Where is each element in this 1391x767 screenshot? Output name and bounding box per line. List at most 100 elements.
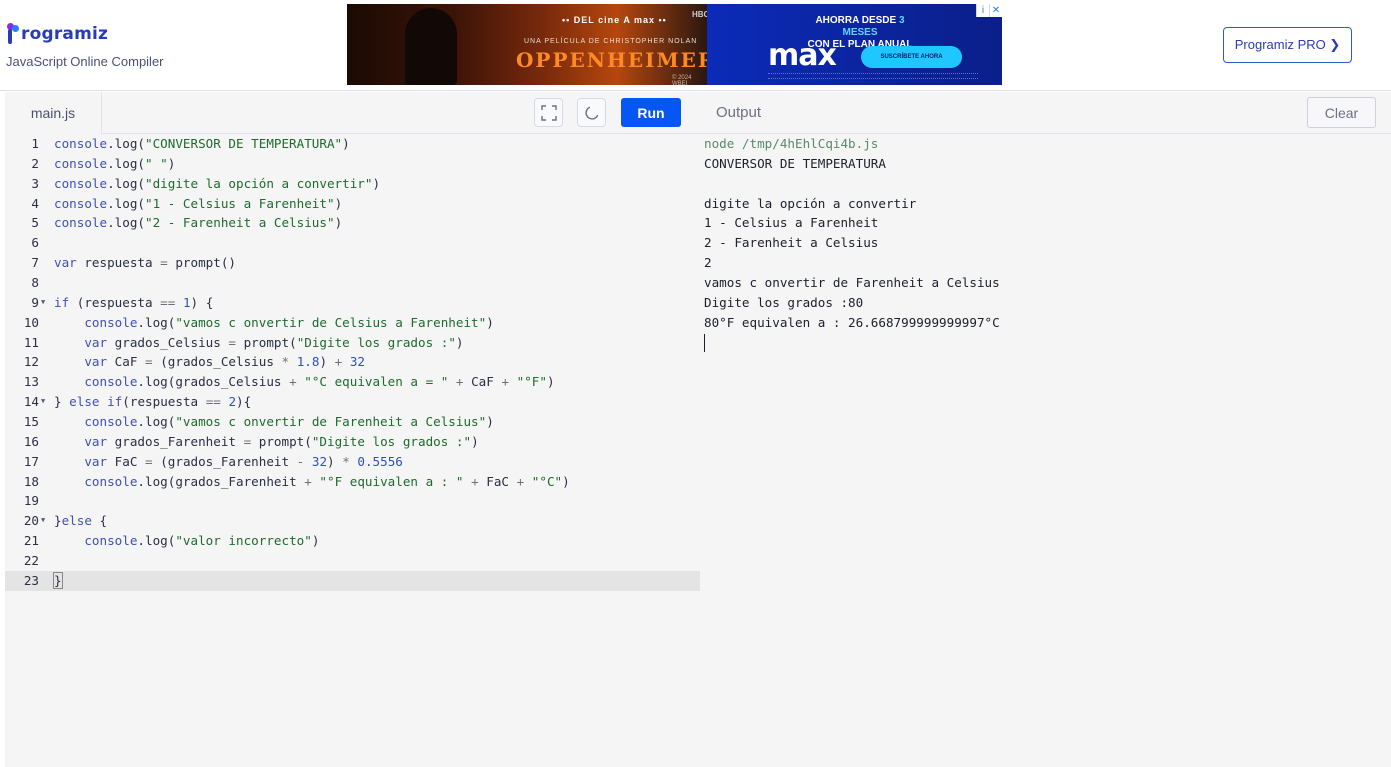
code-line[interactable]: 23} [5, 570, 700, 591]
code-line[interactable]: 17 var FaC = (grados_Farenheit - 32) * 0… [5, 452, 700, 472]
code-line[interactable]: 12 var CaF = (grados_Celsius * 1.8) + 32 [5, 352, 700, 372]
output-panel: Output Clear node /tmp/4hEhlCqi4b.js CONV… [700, 92, 1391, 767]
ad-max-logo: max [768, 38, 837, 73]
code-text: var grados_Farenheit = prompt("Digite lo… [84, 433, 479, 449]
code-text: console.log("vamos c onvertir de Farenhe… [84, 414, 494, 430]
code-line[interactable]: 5 console.log("2 - Farenheit a Celsius") [5, 213, 700, 233]
code-line[interactable]: 22 [5, 551, 700, 571]
line-number: 17 [23, 453, 39, 469]
fold-arrow-icon[interactable]: ▼ [41, 293, 45, 313]
line-number: 14 [23, 394, 39, 410]
clear-button[interactable]: Clear [1307, 97, 1376, 128]
line-number: 22 [23, 553, 39, 569]
console-line: CONVERSOR DE TEMPERATURA [704, 155, 886, 171]
console-output[interactable]: node /tmp/4hEhlCqi4b.js CONVERSOR DE TEMP… [704, 134, 1384, 352]
line-number: 10 [23, 314, 39, 330]
code-line[interactable]: 20 ▼ }else { [5, 511, 700, 531]
line-number: 11 [23, 334, 39, 350]
ad-promo-line1: AHORRA DESDE [815, 15, 897, 26]
fold-arrow-icon[interactable]: ▼ [41, 511, 45, 531]
console-line: 2 [704, 255, 712, 271]
code-text: console.log(" ") [54, 155, 176, 171]
line-number: 23 [23, 572, 39, 588]
ad-figure-image [405, 8, 457, 85]
ad-info-icon[interactable]: i [976, 4, 989, 17]
code-text: }else { [54, 513, 108, 529]
code-text: console.log("1 - Celsius a Farenheit") [54, 195, 343, 211]
ad-title: OPPENHEIMER [516, 48, 717, 72]
console-line: 80°F equivalen a : 26.668799999999997°C [704, 314, 1000, 330]
code-line[interactable]: 8 [5, 273, 700, 293]
fullscreen-button[interactable] [534, 98, 563, 127]
code-line[interactable]: 7 var respuesta = prompt() [5, 253, 700, 273]
dark-mode-button[interactable] [577, 98, 606, 127]
ad-subscribe-button[interactable]: SUSCRÍBETE AHORA [861, 46, 962, 68]
line-number: 13 [23, 374, 39, 390]
code-line[interactable]: 4 console.log("1 - Celsius a Farenheit") [5, 194, 700, 214]
code-text: console.log(grados_Farenheit + "°F equiv… [84, 473, 570, 489]
line-number: 21 [23, 533, 39, 549]
programiz-pro-button[interactable]: Programiz PRO ❯ [1223, 27, 1352, 63]
code-line[interactable]: 9 ▼ if (respuesta == 1) { [5, 293, 700, 313]
file-tab-main-js[interactable]: main.js [5, 92, 102, 134]
ad-copyright: © 2024 WBEI [672, 75, 692, 85]
code-text: if (respuesta == 1) { [54, 294, 214, 310]
code-line[interactable]: 15 console.log("vamos c onvertir de Fare… [5, 412, 700, 432]
ad-director: UNA PELÍCULA DE CHRISTOPHER NOLAN [524, 38, 698, 45]
console-line: vamos c onvertir de Farenheit a Celsius [704, 275, 1000, 291]
line-number: 4 [31, 195, 39, 211]
code-text: var CaF = (grados_Celsius * 1.8) + 32 [84, 354, 365, 370]
advertisement-banner[interactable]: •• DEL cine A max •• UNA PELÍCULA DE CHR… [347, 4, 1002, 85]
line-number: 7 [31, 255, 39, 271]
console-command-line: node /tmp/4hEhlCqi4b.js [704, 136, 879, 151]
console-line: 1 - Celsius a Farenheit [704, 215, 879, 231]
code-text: } else if(respuesta == 2){ [54, 394, 252, 410]
console-input-cursor[interactable] [704, 333, 705, 352]
programiz-logo[interactable]: rogramiz [7, 23, 108, 45]
code-line[interactable]: 18 console.log(grados_Farenheit + "°F eq… [5, 472, 700, 492]
code-line[interactable]: 19 [5, 491, 700, 511]
ad-topline: •• DEL cine A max •• [562, 15, 667, 25]
line-number: 19 [23, 493, 39, 509]
output-toolbar: Output Clear [700, 92, 1391, 134]
code-text: console.log(grados_Celsius + "°C equival… [84, 374, 555, 390]
ad-controls: i ✕ [976, 4, 1002, 17]
header: rogramiz JavaScript Online Compiler •• D… [0, 0, 1391, 91]
fold-arrow-icon[interactable]: ▼ [41, 392, 45, 412]
line-number: 20 [23, 513, 39, 529]
code-line[interactable]: 16 var grados_Farenheit = prompt("Digite… [5, 432, 700, 452]
code-line[interactable]: 11 var grados_Celsius = prompt("Digite l… [5, 333, 700, 353]
line-number: 12 [23, 354, 39, 370]
editor-toolbar: main.js Run [5, 92, 700, 134]
ad-fine-print [768, 73, 978, 79]
line-number: 1 [31, 136, 39, 151]
code-line[interactable]: 2 console.log(" ") [5, 154, 700, 174]
moon-icon [584, 106, 598, 120]
programiz-logo-icon [7, 23, 20, 45]
run-button[interactable]: Run [621, 98, 681, 127]
code-text: console.log("digite la opción a converti… [54, 175, 381, 191]
code-text: console.log("valor incorrecto") [84, 533, 320, 549]
code-line[interactable]: 3 console.log("digite la opción a convert… [5, 174, 700, 194]
line-number: 16 [23, 433, 39, 449]
ad-close-icon[interactable]: ✕ [989, 4, 1002, 17]
console-line: digite la opción a convertir [704, 195, 917, 211]
code-line[interactable]: 10 console.log("vamos c onvertir de Cels… [5, 313, 700, 333]
code-line[interactable]: 6 [5, 233, 700, 253]
code-text: console.log("vamos c onvertir de Celsius… [84, 314, 494, 330]
output-title: Output [716, 104, 762, 121]
code-line[interactable]: 21 console.log("valor incorrecto") [5, 531, 700, 551]
code-text: var grados_Celsius = prompt("Digite los … [84, 334, 464, 350]
code-text: console.log("CONVERSOR DE TEMPERATURA") [54, 136, 350, 151]
code-line[interactable]: 14 ▼ } else if(respuesta == 2){ [5, 392, 700, 412]
console-line: Digite los grados :80 [704, 294, 864, 310]
code-text: console.log("2 - Farenheit a Celsius") [54, 215, 343, 231]
code-area[interactable]: 1 console.log("CONVERSOR DE TEMPERATURA")… [5, 134, 700, 767]
code-text: var respuesta = prompt() [54, 255, 236, 271]
code-line[interactable]: 13 console.log(grados_Celsius + "°C equi… [5, 372, 700, 392]
line-number: 15 [23, 414, 39, 430]
page-subtitle: JavaScript Online Compiler [6, 54, 164, 69]
code-editor-panel: main.js Run 1 console.log("CONVERSOR DE T… [5, 92, 700, 767]
code-line[interactable]: 1 console.log("CONVERSOR DE TEMPERATURA") [5, 134, 700, 154]
